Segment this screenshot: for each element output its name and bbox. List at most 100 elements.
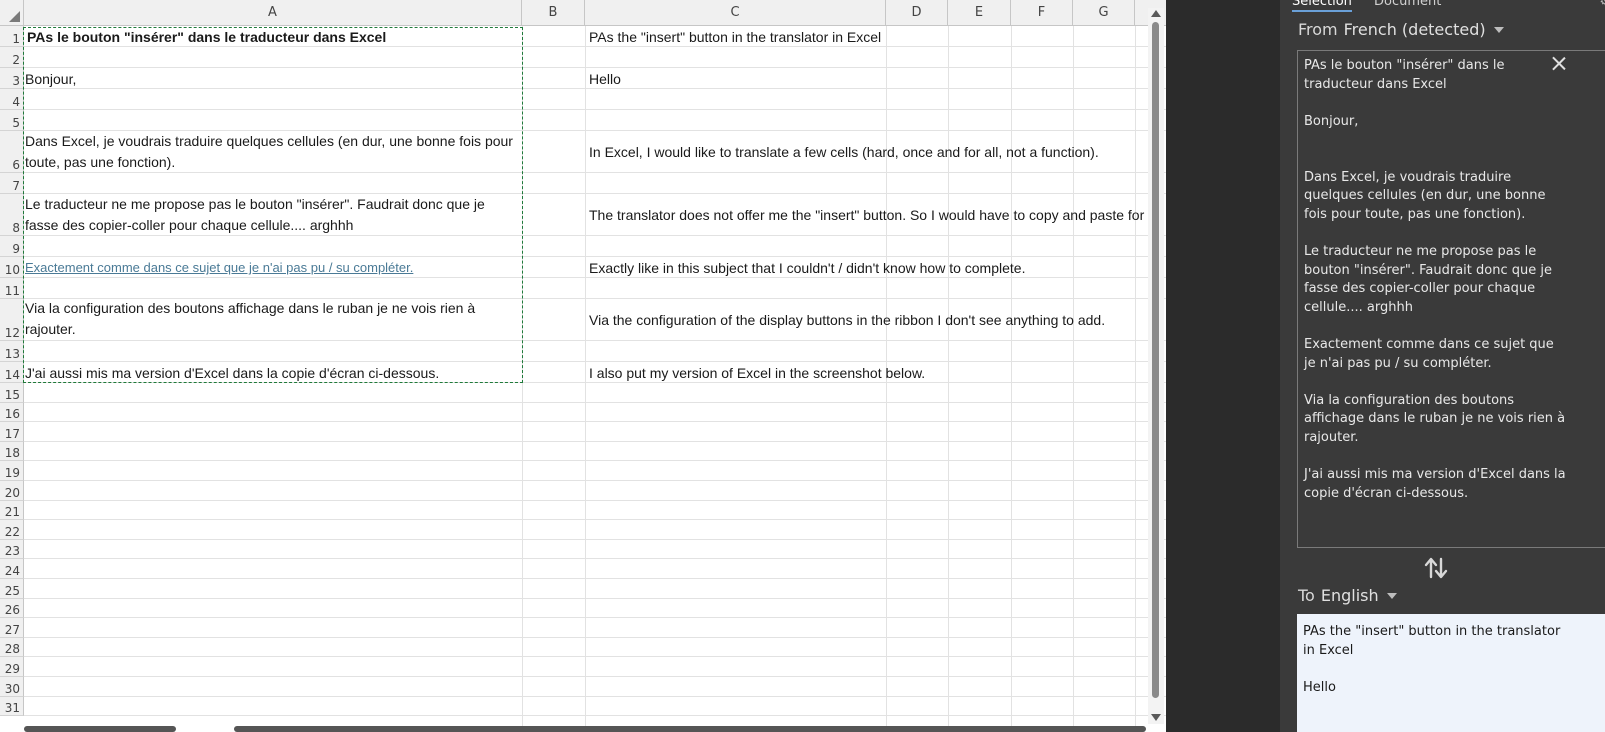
cell-c10[interactable]: Exactly like in this subject that I coul… <box>589 260 1146 276</box>
scrollbar-thumb[interactable] <box>1152 22 1159 698</box>
translated-text[interactable]: PAs the "insert" button in the translato… <box>1303 623 1565 697</box>
gear-icon[interactable]: ⚙ <box>1599 0 1605 9</box>
grid-line <box>24 277 1166 278</box>
row-header-14[interactable]: 14 <box>0 362 24 383</box>
cell-c8[interactable]: The translator does not offer me the "in… <box>589 207 1146 223</box>
to-language-selector[interactable]: To English <box>1298 586 1397 605</box>
row-header-24[interactable]: 24 <box>0 559 24 579</box>
row-header-8[interactable]: 8 <box>0 194 24 236</box>
horizontal-scrollbar[interactable] <box>234 726 1146 732</box>
source-text[interactable]: PAs le bouton "insérer" dans le traducte… <box>1304 57 1566 503</box>
grid-line <box>24 597 1166 599</box>
row-header-11[interactable]: 11 <box>0 278 24 299</box>
chevron-down-icon[interactable] <box>1386 592 1397 599</box>
row-header-25[interactable]: 25 <box>0 579 24 599</box>
cell-c14[interactable]: I also put my version of Excel in the sc… <box>589 365 1146 381</box>
translated-text-box[interactable]: PAs the "insert" button in the translato… <box>1297 614 1605 732</box>
column-header-e[interactable]: E <box>948 0 1011 26</box>
row-header-26[interactable]: 26 <box>0 598 24 619</box>
scroll-up-icon[interactable] <box>1151 10 1161 17</box>
chevron-down-icon[interactable] <box>1493 26 1504 33</box>
select-all-corner[interactable] <box>0 0 24 26</box>
column-header-a[interactable]: A <box>24 0 522 26</box>
grid-line <box>24 109 1166 110</box>
from-language-selector[interactable]: From French (detected) <box>1298 20 1504 39</box>
cell-a12[interactable]: Via la configuration des boutons afficha… <box>25 298 520 340</box>
column-header-b[interactable]: B <box>522 0 585 26</box>
row-number: 12 <box>4 326 20 340</box>
row-header-4[interactable]: 4 <box>0 89 24 110</box>
row-header-15[interactable]: 15 <box>0 383 24 403</box>
grid-line <box>24 382 1166 383</box>
sheet-tab-strip[interactable] <box>24 726 176 732</box>
row-number: 31 <box>4 701 20 716</box>
row-number: 22 <box>4 524 20 539</box>
row-header-5[interactable]: 5 <box>0 110 24 131</box>
tab-selection[interactable]: Selection <box>1292 0 1352 12</box>
row-number: 7 <box>12 179 20 193</box>
row-number: 4 <box>12 95 20 109</box>
row-header-30[interactable]: 30 <box>0 677 24 697</box>
row-header-2[interactable]: 2 <box>0 47 24 68</box>
grid-line <box>24 656 1166 658</box>
row-header-12[interactable]: 12 <box>0 299 24 341</box>
row-number: 21 <box>4 505 20 520</box>
cell-a6[interactable]: Dans Excel, je voudrais traduire quelque… <box>25 131 520 173</box>
row-number: 9 <box>12 242 20 256</box>
swap-languages-icon[interactable] <box>1423 555 1449 581</box>
vertical-scrollbar[interactable] <box>1148 8 1164 724</box>
grid-line <box>24 499 1166 501</box>
row-header-1[interactable]: 1 <box>0 26 24 47</box>
row-header-10[interactable]: 10 <box>0 257 24 278</box>
grid-line <box>24 480 1166 481</box>
row-number: 5 <box>12 116 20 130</box>
row-number: 29 <box>4 661 20 676</box>
grid-line <box>24 256 1166 257</box>
row-header-29[interactable]: 29 <box>0 657 24 677</box>
from-language-value[interactable]: French (detected) <box>1344 20 1486 39</box>
row-header-19[interactable]: 19 <box>0 461 24 481</box>
row-number: 30 <box>4 681 20 696</box>
cell-a10-link[interactable]: Exactement comme dans ce sujet que je n'… <box>25 260 520 275</box>
scroll-down-icon[interactable] <box>1151 714 1161 721</box>
spreadsheet-grid[interactable]: A B C D E F G 1 2 3 4 5 6 7 8 9 10 11 12 13 14 15 16 17 1… <box>0 0 1166 732</box>
source-text-box[interactable]: PAs le bouton "insérer" dans le traducte… <box>1297 50 1605 548</box>
column-header-d[interactable]: D <box>886 0 948 26</box>
cell-a8[interactable]: Le traducteur ne me propose pas le bouto… <box>25 194 520 236</box>
row-header-3[interactable]: 3 <box>0 68 24 89</box>
row-header-23[interactable]: 23 <box>0 539 24 560</box>
grid-line <box>24 617 1166 619</box>
row-header-7[interactable]: 7 <box>0 173 24 194</box>
row-header-27[interactable]: 27 <box>0 618 24 638</box>
cell-c6[interactable]: In Excel, I would like to translate a fe… <box>589 144 1146 160</box>
row-header-21[interactable]: 21 <box>0 500 24 521</box>
grid-line <box>24 636 1166 638</box>
column-header-f[interactable]: F <box>1011 0 1073 26</box>
row-header-13[interactable]: 13 <box>0 341 24 362</box>
cell-c3[interactable]: Hello <box>589 71 1146 87</box>
cell-a3[interactable]: Bonjour, <box>25 71 520 87</box>
cell-c1[interactable]: PAs the "insert" button in the translato… <box>589 29 1146 45</box>
row-header-31[interactable]: 31 <box>0 696 24 717</box>
tab-document[interactable]: Document <box>1374 0 1441 9</box>
row-header-28[interactable]: 28 <box>0 637 24 658</box>
row-header-22[interactable]: 22 <box>0 520 24 540</box>
row-header-16[interactable]: 16 <box>0 402 24 423</box>
row-header-6[interactable]: 6 <box>0 131 24 173</box>
row-header-9[interactable]: 9 <box>0 236 24 257</box>
row-header-17[interactable]: 17 <box>0 422 24 442</box>
row-header-20[interactable]: 20 <box>0 481 24 501</box>
row-header-18[interactable]: 18 <box>0 441 24 462</box>
to-language-value[interactable]: English <box>1321 586 1379 605</box>
row-number: 10 <box>4 263 20 277</box>
grid-line <box>24 46 1166 47</box>
cell-a14[interactable]: J'ai aussi mis ma version d'Excel dans l… <box>25 365 520 381</box>
grid-line <box>24 519 1166 521</box>
column-header-g[interactable]: G <box>1073 0 1135 26</box>
grid-line <box>24 715 1166 717</box>
column-header-c[interactable]: C <box>585 0 886 26</box>
close-icon[interactable] <box>1552 56 1566 70</box>
cell-a1[interactable]: PAs le bouton "insérer" dans le traducte… <box>27 29 522 45</box>
cell-c12[interactable]: Via the configuration of the display but… <box>589 312 1146 328</box>
from-label: From <box>1298 20 1338 39</box>
